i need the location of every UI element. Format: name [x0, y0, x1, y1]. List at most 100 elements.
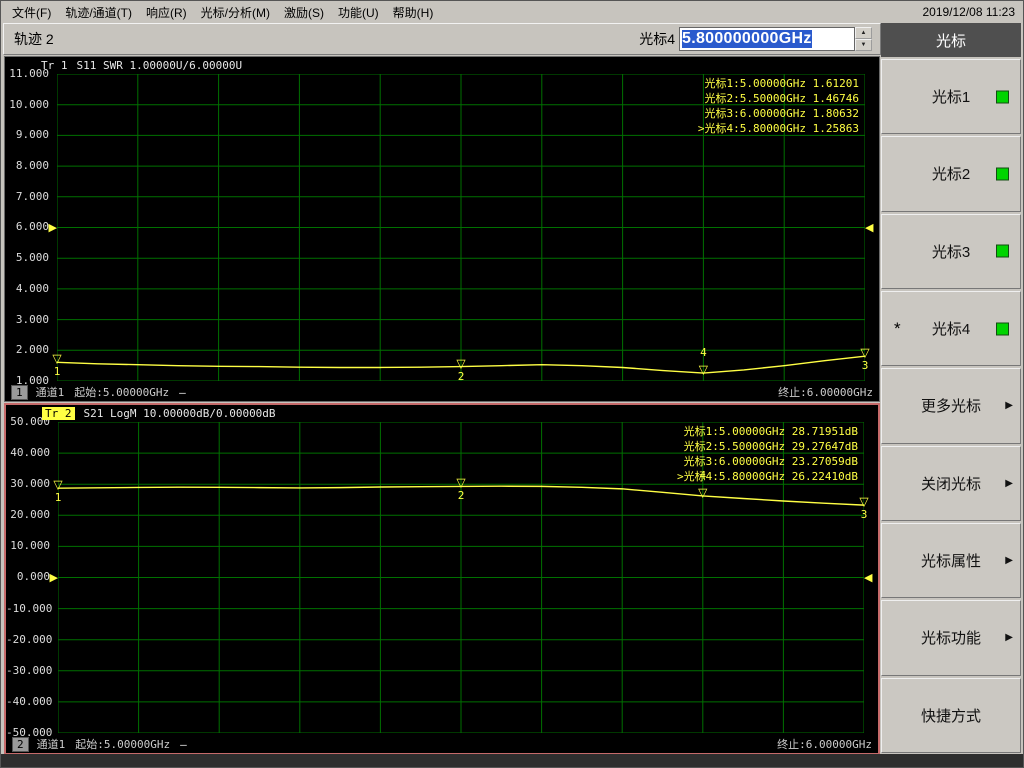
ref-level-right-arrow-icon: ◀ [865, 221, 874, 234]
marker-symbol-icon: ▽ [698, 362, 709, 377]
sidebar-item-marker1[interactable]: 光标1 [881, 59, 1021, 135]
menu-marker-analysis[interactable]: 光标/分析(M) [194, 4, 277, 21]
marker-symbol-icon: ▽ [456, 475, 466, 490]
sidebar-item-marker-functions[interactable]: 光标功能 ▶ [881, 600, 1021, 676]
marker-readout: 光标3:6.00000GHz 1.80632 [704, 107, 859, 120]
menu-bar: 文件(F) 轨迹/通道(T) 响应(R) 光标/分析(M) 激励(S) 功能(U… [1, 1, 1023, 23]
y-axis-tick: 8.000 [15, 159, 49, 173]
y-axis-tick: 5.000 [15, 251, 49, 265]
sidebar-item-marker3[interactable]: 光标3 [881, 213, 1021, 289]
submenu-arrow-icon: ▶ [1005, 400, 1013, 412]
menu-stimulus[interactable]: 激励(S) [277, 4, 331, 21]
y-axis-tick: 40.000 [10, 446, 50, 460]
selected-frequency-text: 5.800000000GHz [682, 30, 812, 48]
clock: 2019/12/08 11:23 [922, 5, 1015, 19]
y-axis-tick: 10.000 [10, 539, 50, 553]
y-axis: 11.000 10.000 9.000 8.000 7.000 6.000 5.000 4.0… [5, 67, 53, 388]
spin-up-icon[interactable]: ▲ [855, 27, 872, 39]
chart-header: Tr 2 S21 LogM 10.00000dB/0.00000dB [42, 407, 276, 420]
ref-level-left-arrow-icon: ▶ [49, 571, 58, 584]
marker-readouts: 光标1:5.00000GHz 1.61201 光标2:5.50000GHz 1.4… [698, 76, 859, 136]
trace-label: Tr 2 [42, 407, 75, 420]
marker-readout: 光标1:5.00000GHz 1.61201 [704, 77, 859, 90]
marker-number: 3 [861, 359, 869, 373]
chart-panel-s21-logm[interactable]: Tr 2 S21 LogM 10.00000dB/0.00000dB 50.00… [4, 403, 880, 755]
chart-header: Tr 1 S11 SWR 1.00000U/6.00000U [41, 59, 242, 72]
menu-help[interactable]: 帮助(H) [386, 4, 441, 21]
submenu-arrow-icon: ▶ [1005, 632, 1013, 644]
marker-readout: 光标3:6.00000GHz 23.27059dB [683, 455, 858, 468]
y-axis-tick: 10.000 [9, 97, 49, 111]
marker-readout: >光标4:5.80000GHz 1.25863 [697, 122, 859, 135]
marker-readout: 光标2:5.50000GHz 29.27647dB [683, 440, 858, 453]
toolbar: 轨迹 2 光标4 5.800000000GHz ▲ ▼ [3, 23, 881, 55]
y-axis-tick: 3.000 [15, 312, 49, 326]
trace-indicator[interactable]: 轨迹 2 [14, 29, 54, 49]
y-axis-tick: 1.000 [15, 373, 49, 387]
marker-symbol-icon: ▽ [52, 351, 62, 366]
y-axis-tick: 4.000 [15, 281, 49, 295]
sidebar-item-label: 光标4 [931, 321, 971, 339]
y-axis-tick: 0.000 [16, 570, 50, 584]
y-axis-tick: -40.000 [6, 694, 53, 708]
y-axis: 50.000 40.000 30.000 20.000 10.000 0.000 -10.0… [6, 415, 54, 740]
measurement-label: S11 SWR 1.00000U/6.00000U [76, 59, 243, 72]
spin-down-icon[interactable]: ▼ [855, 39, 872, 51]
sidebar-item-more-markers[interactable]: 更多光标 ▶ [881, 368, 1021, 444]
sidebar-item-label: 光标功能 [920, 630, 981, 648]
led-indicator [996, 90, 1009, 104]
sidebar-item-marker2[interactable]: 光标2 [881, 136, 1021, 212]
sidebar-item-label: 光标3 [931, 243, 971, 261]
marker-number: 3 [860, 507, 868, 521]
sweep-indicator: — [179, 385, 186, 399]
marker-readout: 光标2:5.50000GHz 1.46746 [704, 92, 859, 105]
y-axis-tick: 20.000 [10, 508, 50, 522]
channel-status-bar: 2 通道1 起始:5.00000GHz — 终止:6.00000GHz [6, 735, 878, 753]
measurement-label: S21 LogM 10.00000dB/0.00000dB [83, 407, 276, 420]
marker-number: 4 [699, 469, 707, 483]
sidebar-item-marker4[interactable]: * 光标4 [881, 290, 1021, 367]
sidebar-item-label: 关闭光标 [920, 475, 981, 493]
marker-number: 1 [54, 491, 62, 505]
ref-level-right-arrow-icon: ◀ [864, 571, 873, 584]
sidebar-item-close-markers[interactable]: 关闭光标 ▶ [881, 445, 1021, 521]
marker-number: 2 [457, 489, 465, 503]
marker-symbol-icon: ▽ [456, 356, 466, 371]
led-indicator [996, 322, 1009, 336]
marker-symbol-icon: ▽ [859, 494, 869, 509]
chart-panel-s11-swr[interactable]: Tr 1 S11 SWR 1.00000U/6.00000U 1 1.000 10.… [4, 56, 880, 402]
menu-trace-channel[interactable]: 轨迹/通道(T) [58, 4, 139, 21]
channel-status-bar: 1 通道1 起始:5.00000GHz — 终止:6.00000GHz [5, 383, 879, 401]
menu-response[interactable]: 响应(R) [139, 4, 194, 21]
sidebar-item-label: 更多光标 [920, 398, 981, 416]
active-softkey-indicator: * [894, 318, 901, 338]
marker-number: 4 [700, 346, 707, 360]
start-frequency: 起始:5.00000GHz [75, 738, 171, 751]
sweep-indicator: — [180, 737, 187, 751]
y-axis-tick: -30.000 [6, 663, 53, 677]
marker-symbol-icon: ▽ [698, 485, 708, 500]
sidebar-item-label: 快捷方式 [920, 707, 981, 725]
menu-file[interactable]: 文件(F) [5, 4, 58, 21]
sidebar-item-shortcuts[interactable]: 快捷方式 [881, 677, 1021, 753]
marker-symbol-icon: ▽ [860, 345, 870, 360]
marker-symbol-icon: ▽ [53, 477, 63, 492]
menu-utility[interactable]: 功能(U) [331, 4, 386, 21]
sidebar-item-marker-properties[interactable]: 光标属性 ▶ [881, 522, 1021, 599]
led-indicator [996, 167, 1009, 181]
ref-level-left-arrow-icon: ▶ [48, 221, 57, 234]
y-axis-tick: -10.000 [6, 601, 53, 615]
marker-entry-label: 光标4 [639, 31, 675, 47]
sidebar-item-label: 光标2 [931, 166, 971, 184]
vna-screen: 文件(F) 轨迹/通道(T) 响应(R) 光标/分析(M) 激励(S) 功能(U… [0, 0, 1024, 768]
submenu-arrow-icon: ▶ [1005, 555, 1013, 567]
sidebar-item-label: 光标属性 [920, 553, 981, 571]
sidebar-title: 光标 [881, 23, 1021, 57]
y-axis-tick: -20.000 [6, 632, 53, 646]
marker-readout: 光标1:5.00000GHz 28.71951dB [683, 425, 858, 438]
marker-frequency-input[interactable]: 5.800000000GHz [679, 27, 855, 51]
y-axis-tick: -50.000 [6, 725, 53, 739]
plot-area: 光标1:5.00000GHz 1.61201 光标2:5.50000GHz 1.4… [49, 74, 873, 381]
marker-number: 1 [53, 365, 61, 379]
softkey-sidebar: 光标 光标1 光标2 光标3 * 光标4 更多光标 ▶ 关闭光标 ▶ 光标属性 [881, 23, 1021, 753]
